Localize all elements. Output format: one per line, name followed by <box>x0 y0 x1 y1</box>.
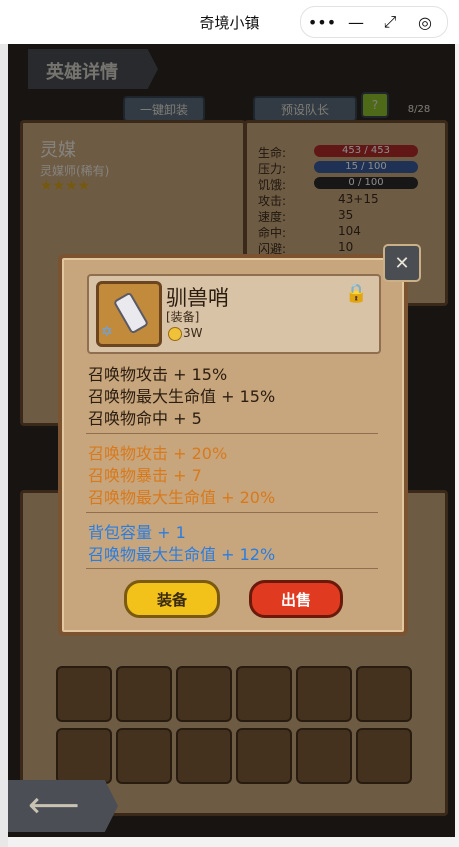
back-arrow-icon: ⟵ <box>28 785 80 826</box>
close-dialog-icon[interactable]: ✕ <box>383 244 421 282</box>
coin-icon <box>168 327 182 341</box>
divider <box>86 568 378 569</box>
item-type: [装备] <box>166 310 200 324</box>
more-icon[interactable]: ••• <box>305 7 339 37</box>
bonus-attribute: 召唤物暴击 + 7 <box>88 466 202 485</box>
restore-icon[interactable]: ⤢ <box>373 7 407 37</box>
close-icon[interactable]: ◎ <box>407 7 443 37</box>
bonus-attribute: 召唤物攻击 + 20% <box>88 444 228 463</box>
base-attribute: 召唤物攻击 + 15% <box>88 365 228 384</box>
divider <box>86 512 378 513</box>
extra-attribute: 召唤物最大生命值 + 12% <box>88 545 276 564</box>
item-image: ✡ <box>96 281 162 347</box>
lock-icon[interactable]: 🔒 <box>345 283 367 304</box>
sell-button[interactable]: 出售 <box>249 580 343 618</box>
whistle-icon <box>112 291 150 335</box>
equip-button[interactable]: 装备 <box>124 580 220 618</box>
quality-star-icon: ✡ <box>101 324 113 340</box>
mini-program-capsule: ••• — ⤢ ◎ <box>300 6 448 38</box>
left-edge-strip <box>0 44 8 847</box>
item-price: 3W <box>183 326 203 340</box>
minimize-icon[interactable]: — <box>339 7 373 37</box>
base-attribute: 召唤物命中 + 5 <box>88 409 202 428</box>
title-bar: 奇境小镇 ••• — ⤢ ◎ <box>0 0 459 44</box>
base-attribute: 召唤物最大生命值 + 15% <box>88 387 276 406</box>
divider <box>86 433 378 434</box>
bonus-attribute: 召唤物最大生命值 + 20% <box>88 488 276 507</box>
extra-attribute: 背包容量 + 1 <box>88 523 186 542</box>
